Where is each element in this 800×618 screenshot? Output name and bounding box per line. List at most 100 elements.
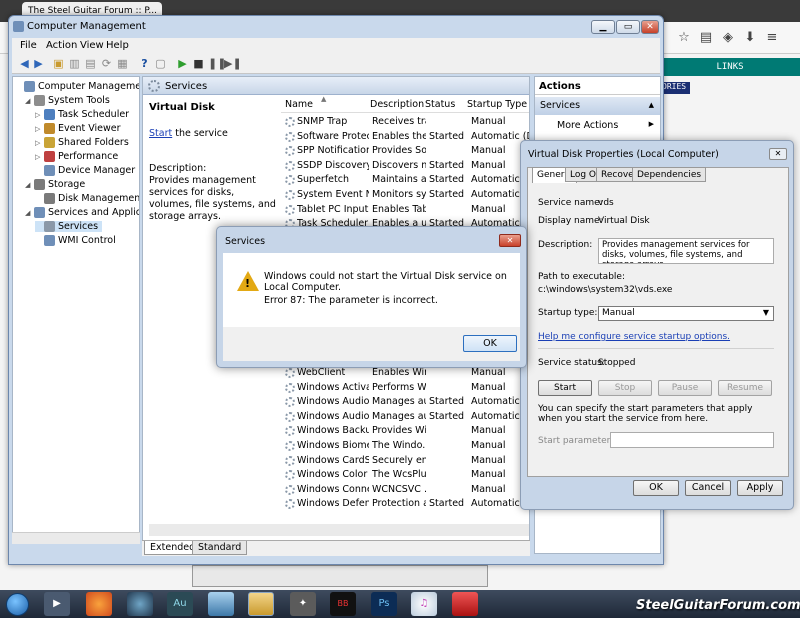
start-parameters-input[interactable] bbox=[610, 432, 774, 448]
tree-item[interactable]: ◢ Storage bbox=[25, 179, 85, 190]
maximize-button[interactable]: ▭ bbox=[616, 20, 640, 34]
links-bar[interactable]: LINKS bbox=[660, 58, 800, 76]
toolbox-icon[interactable] bbox=[452, 592, 478, 616]
column-description[interactable]: Description bbox=[370, 99, 424, 110]
forward-icon[interactable]: ▶ bbox=[32, 57, 45, 70]
reader-icon[interactable]: ▤ bbox=[698, 30, 714, 46]
resume-button[interactable]: Resume bbox=[718, 380, 772, 396]
band-in-a-box-icon[interactable]: BB bbox=[330, 592, 356, 616]
photoshop-icon[interactable]: Ps bbox=[371, 592, 397, 616]
tree-item[interactable]: WMI Control bbox=[35, 235, 116, 246]
table-row[interactable]: Windows CardSpa...Securely en...Manual bbox=[283, 454, 529, 469]
tree-horizontal-scrollbar[interactable] bbox=[12, 532, 140, 544]
table-row[interactable]: System Event Noti...Monitors sy...Starte… bbox=[283, 188, 529, 203]
menu-view[interactable]: View bbox=[80, 40, 104, 51]
table-row[interactable]: Windows Color Sy...The WcsPlu...Manual bbox=[283, 468, 529, 483]
column-status[interactable]: Status bbox=[425, 99, 455, 110]
properties-icon[interactable]: ▤ bbox=[84, 57, 97, 70]
tree-item[interactable]: Services bbox=[35, 221, 103, 232]
table-row[interactable]: SPP Notification S...Provides So...Manua… bbox=[283, 144, 529, 159]
pause-button[interactable]: Pause bbox=[658, 380, 712, 396]
tree-item[interactable]: Device Manager bbox=[35, 165, 135, 176]
error-close-button[interactable]: ✕ bbox=[499, 234, 521, 247]
tab-dependencies[interactable]: Dependencies bbox=[632, 167, 707, 182]
show-hide-tree-icon[interactable]: ▥ bbox=[68, 57, 81, 70]
expand-arrow-icon[interactable]: ▷ bbox=[35, 153, 43, 161]
start-button[interactable]: Start bbox=[538, 380, 592, 396]
menu-action[interactable]: Action bbox=[46, 40, 77, 51]
cancel-button[interactable]: Cancel bbox=[685, 480, 731, 496]
tab-standard[interactable]: Standard bbox=[192, 541, 248, 555]
firefox-icon[interactable] bbox=[86, 592, 112, 616]
tree-item[interactable]: ▷ Performance bbox=[35, 151, 118, 162]
close-button[interactable]: ✕ bbox=[641, 20, 659, 34]
download-icon[interactable]: ⬇ bbox=[742, 30, 758, 46]
tree-item[interactable]: ▷ Task Scheduler bbox=[35, 109, 129, 120]
ok-button[interactable]: OK bbox=[633, 480, 679, 496]
more-actions-item[interactable]: More Actions ▶ bbox=[535, 117, 660, 133]
actions-services-section[interactable]: Services ▲ bbox=[535, 97, 660, 115]
tree-item[interactable]: Disk Management bbox=[35, 193, 139, 204]
expand-arrow-icon[interactable]: ▷ bbox=[35, 125, 43, 133]
table-row[interactable]: Software ProtectionEnables the ...Starte… bbox=[283, 130, 529, 145]
table-row[interactable]: WebClientEnables Win...Manual bbox=[283, 366, 529, 381]
console-icon[interactable]: ▢ bbox=[154, 57, 167, 70]
minimize-button[interactable]: ▁ bbox=[591, 20, 615, 34]
refresh-icon[interactable]: ⟳ bbox=[100, 57, 113, 70]
menu-icon[interactable]: ≡ bbox=[764, 30, 780, 46]
tree-item[interactable]: ◢ System Tools bbox=[25, 95, 110, 106]
expand-arrow-icon[interactable]: ◢ bbox=[25, 209, 33, 217]
column-startup-type[interactable]: Startup Type bbox=[467, 99, 527, 110]
table-row[interactable]: Windows Biometri...The Windo...Manual bbox=[283, 439, 529, 454]
menu-file[interactable]: File bbox=[20, 40, 37, 51]
expand-arrow-icon[interactable]: ▷ bbox=[35, 111, 43, 119]
camera-icon[interactable] bbox=[127, 592, 153, 616]
description-textbox[interactable]: Provides management services for disks, … bbox=[598, 238, 774, 264]
media-player-icon[interactable]: ▶ bbox=[44, 592, 70, 616]
table-row[interactable]: Tablet PC Input Se...Enables Tab...Manua… bbox=[283, 203, 529, 218]
table-row[interactable]: Windows BackupProvides Wi...Manual bbox=[283, 424, 529, 439]
properties-close-button[interactable]: ✕ bbox=[769, 148, 787, 160]
apply-button[interactable]: Apply bbox=[737, 480, 783, 496]
up-folder-icon[interactable]: ▣ bbox=[52, 57, 65, 70]
restart-service-icon[interactable]: ▶❚ bbox=[224, 57, 242, 70]
photo-viewer-icon[interactable] bbox=[208, 592, 234, 616]
stop-service-icon[interactable]: ■ bbox=[192, 57, 205, 70]
table-row[interactable]: Windows AudioManages au...StartedAutomat… bbox=[283, 395, 529, 410]
help-icon[interactable]: ? bbox=[138, 57, 151, 70]
table-row[interactable]: Windows Connect...WCNCSVC ...Manual bbox=[283, 483, 529, 498]
start-button-orb[interactable] bbox=[6, 593, 29, 616]
itunes-icon[interactable]: ♫ bbox=[411, 592, 437, 616]
column-name[interactable]: Name bbox=[285, 99, 313, 110]
table-row[interactable]: SuperfetchMaintains a...StartedAutomatic bbox=[283, 173, 529, 188]
expand-arrow-icon[interactable]: ▷ bbox=[35, 139, 43, 147]
explorer-icon[interactable] bbox=[248, 592, 274, 616]
table-row[interactable]: SNMP Trap Receives tra... Manual bbox=[283, 115, 529, 130]
expand-arrow-icon[interactable]: ◢ bbox=[25, 181, 33, 189]
start-service-icon[interactable]: ▶ bbox=[176, 57, 189, 70]
audition-icon[interactable]: Au bbox=[167, 592, 193, 616]
back-icon[interactable]: ◀ bbox=[18, 57, 31, 70]
services-horizontal-scrollbar[interactable] bbox=[149, 524, 529, 536]
table-row[interactable]: Windows DefenderProtection a...StartedAu… bbox=[283, 497, 529, 512]
help-configure-link[interactable]: Help me configure service startup option… bbox=[538, 332, 730, 342]
export-list-icon[interactable]: ▦ bbox=[116, 57, 129, 70]
stop-button[interactable]: Stop bbox=[598, 380, 652, 396]
table-row[interactable]: Windows Audio E...Manages au...StartedAu… bbox=[283, 410, 529, 425]
wrench-app-icon[interactable]: ✦ bbox=[290, 592, 316, 616]
shield-icon[interactable]: ◈ bbox=[720, 30, 736, 46]
star-icon[interactable]: ☆ bbox=[676, 30, 692, 46]
menu-help[interactable]: Help bbox=[106, 40, 129, 51]
error-ok-button[interactable]: OK bbox=[463, 335, 517, 352]
table-row[interactable]: SSDP DiscoveryDiscovers n...StartedManua… bbox=[283, 159, 529, 174]
tree-item[interactable]: ◢ Services and Applications bbox=[25, 207, 139, 218]
start-service-link[interactable]: Start bbox=[149, 128, 172, 139]
expand-arrow-icon[interactable]: ◢ bbox=[25, 97, 33, 105]
tree-item[interactable]: Computer Management (Local bbox=[15, 81, 139, 92]
startup-type-select[interactable]: Manual ▼ bbox=[598, 306, 774, 321]
tree-item[interactable]: ▷ Shared Folders bbox=[35, 137, 129, 148]
table-row[interactable]: Windows Activati...Performs W...Manual bbox=[283, 381, 529, 396]
pause-service-icon[interactable]: ❚❚ bbox=[208, 57, 226, 70]
tree-item[interactable]: ▷ Event Viewer bbox=[35, 123, 121, 134]
title-bar[interactable]: Computer Management ▁ ▭ ✕ bbox=[9, 16, 663, 38]
